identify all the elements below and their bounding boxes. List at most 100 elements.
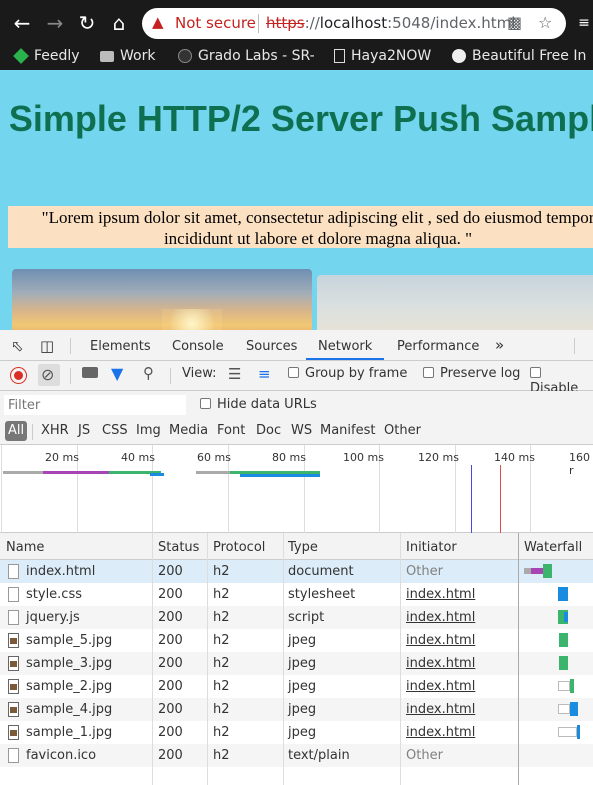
bookmark-star-icon[interactable]: ☆ [538, 13, 552, 32]
tick-label: 60 ms [197, 451, 231, 464]
security-label[interactable]: Not secure [175, 14, 256, 32]
bookmark-feedly[interactable]: Feedly [13, 48, 80, 64]
device-toolbar-icon[interactable]: ◫ [40, 337, 54, 355]
request-name: sample_2.jpg [26, 679, 113, 694]
request-name: style.css [26, 587, 82, 602]
types-divider [32, 424, 33, 440]
search-icon[interactable]: ⚲ [143, 364, 154, 382]
table-row[interactable]: sample_4.jpg 200 h2 jpeg index.html [0, 698, 593, 721]
type-filter-img[interactable]: Img [136, 423, 161, 438]
back-icon[interactable]: ← [10, 11, 34, 35]
column-header-type[interactable]: Type [288, 540, 318, 555]
group-by-frame-checkbox[interactable] [288, 367, 299, 378]
bookmark-work[interactable]: Work [100, 48, 155, 64]
column-divider[interactable] [283, 533, 284, 785]
extension-icon[interactable]: ≡ [572, 11, 593, 35]
filter-icon[interactable]: ▼ [111, 364, 123, 383]
request-initiator[interactable]: index.html [406, 610, 475, 625]
tab-elements[interactable]: Elements [90, 339, 151, 354]
hide-data-urls-checkbox[interactable] [200, 398, 211, 409]
warning-icon: ▲ [152, 13, 164, 31]
bookmark-beautiful-free[interactable]: Beautiful Free In [452, 48, 586, 64]
filter-input[interactable] [4, 395, 186, 415]
home-icon[interactable]: ⌂ [107, 11, 131, 35]
request-initiator[interactable]: index.html [406, 725, 475, 740]
table-row[interactable]: sample_3.jpg 200 h2 jpeg index.html [0, 652, 593, 675]
request-initiator[interactable]: index.html [406, 656, 475, 671]
image-file-icon [8, 702, 19, 717]
waterfall-bar [559, 633, 568, 647]
url-text[interactable]: https://localhost:5048/index.html [266, 14, 515, 32]
table-row[interactable]: jquery.js 200 h2 script index.html [0, 606, 593, 629]
request-status: 200 [158, 702, 183, 717]
clear-icon: ⊘ [41, 365, 55, 384]
table-row[interactable]: index.html 200 h2 document Other [0, 560, 593, 583]
waterfall-bar [543, 564, 552, 578]
table-row[interactable]: sample_1.jpg 200 h2 jpeg index.html [0, 721, 593, 744]
table-row[interactable]: favicon.ico 200 h2 text/plain Other [0, 744, 593, 767]
bookmark-haya2now[interactable]: Haya2NOW [334, 48, 431, 64]
waterfall-bar [570, 679, 574, 693]
tick-label: 40 ms [121, 451, 155, 464]
request-initiator[interactable]: index.html [406, 633, 475, 648]
more-tabs-icon[interactable]: » [495, 336, 504, 354]
type-filter-media[interactable]: Media [169, 423, 208, 438]
controls-divider-1 [70, 368, 71, 384]
type-filter-font[interactable]: Font [217, 423, 245, 438]
reload-icon[interactable]: ↻ [75, 11, 99, 35]
bookmark-grado[interactable]: Grado Labs - SR- [178, 48, 315, 64]
request-initiator[interactable]: index.html [406, 587, 475, 602]
screenshot-icon[interactable] [82, 367, 98, 378]
request-status: 200 [158, 679, 183, 694]
column-divider[interactable] [207, 533, 208, 785]
request-initiator[interactable]: index.html [406, 702, 475, 717]
type-filter-css[interactable]: CSS [102, 423, 128, 438]
tab-sources[interactable]: Sources [246, 339, 297, 354]
table-row[interactable]: style.css 200 h2 stylesheet index.html [0, 583, 593, 606]
table-row[interactable]: sample_2.jpg 200 h2 jpeg index.html [0, 675, 593, 698]
request-type: jpeg [288, 679, 317, 694]
request-initiator: Other [406, 564, 443, 579]
column-header-name[interactable]: Name [6, 540, 44, 555]
preserve-log-option[interactable]: Preserve log [423, 366, 520, 381]
waterfall-view-icon[interactable]: ≡ [258, 365, 271, 383]
column-divider[interactable] [152, 533, 153, 785]
translate-icon[interactable]: ▩ [507, 13, 522, 32]
tab-network[interactable]: Network [318, 339, 372, 354]
request-protocol: h2 [213, 610, 230, 625]
type-filter-manifest[interactable]: Manifest [320, 423, 375, 438]
column-divider[interactable] [518, 533, 519, 785]
request-status: 200 [158, 725, 183, 740]
column-header-waterfall[interactable]: Waterfall [524, 540, 582, 555]
tab-console[interactable]: Console [172, 339, 224, 354]
type-filter-doc[interactable]: Doc [256, 423, 281, 438]
type-filter-all[interactable]: All [5, 421, 27, 441]
request-initiator[interactable]: index.html [406, 679, 475, 694]
column-header-protocol[interactable]: Protocol [213, 540, 265, 555]
request-name: favicon.ico [26, 748, 97, 763]
inspect-icon[interactable]: ⬁ [11, 337, 24, 355]
type-filter-other[interactable]: Other [384, 423, 421, 438]
column-divider[interactable] [400, 533, 401, 785]
timeline-overview[interactable]: 20 ms 40 ms 60 ms 80 ms 100 ms 120 ms 14… [0, 445, 593, 533]
request-initiator: Other [406, 748, 443, 763]
type-filter-js[interactable]: JS [78, 423, 90, 438]
request-protocol: h2 [213, 679, 230, 694]
load-marker [500, 465, 501, 533]
preserve-log-checkbox[interactable] [423, 367, 434, 378]
large-rows-icon[interactable]: ☰ [228, 365, 241, 383]
tab-performance[interactable]: Performance [397, 339, 479, 354]
document-icon [8, 564, 19, 579]
type-filter-xhr[interactable]: XHR [41, 423, 69, 438]
column-header-initiator[interactable]: Initiator [406, 540, 457, 555]
group-by-frame-option[interactable]: Group by frame [288, 366, 407, 381]
type-filter-ws[interactable]: WS [291, 423, 312, 438]
hide-data-urls-option[interactable]: Hide data URLs [200, 397, 317, 412]
forward-icon[interactable]: → [43, 11, 67, 35]
address-bar[interactable]: ▲ Not secure https://localhost:5048/inde… [142, 8, 566, 39]
column-header-status[interactable]: Status [158, 540, 199, 555]
disable-cache-checkbox[interactable] [530, 367, 541, 378]
record-icon[interactable] [11, 368, 26, 383]
waterfall-bar [570, 702, 578, 716]
table-row[interactable]: sample_5.jpg 200 h2 jpeg index.html [0, 629, 593, 652]
